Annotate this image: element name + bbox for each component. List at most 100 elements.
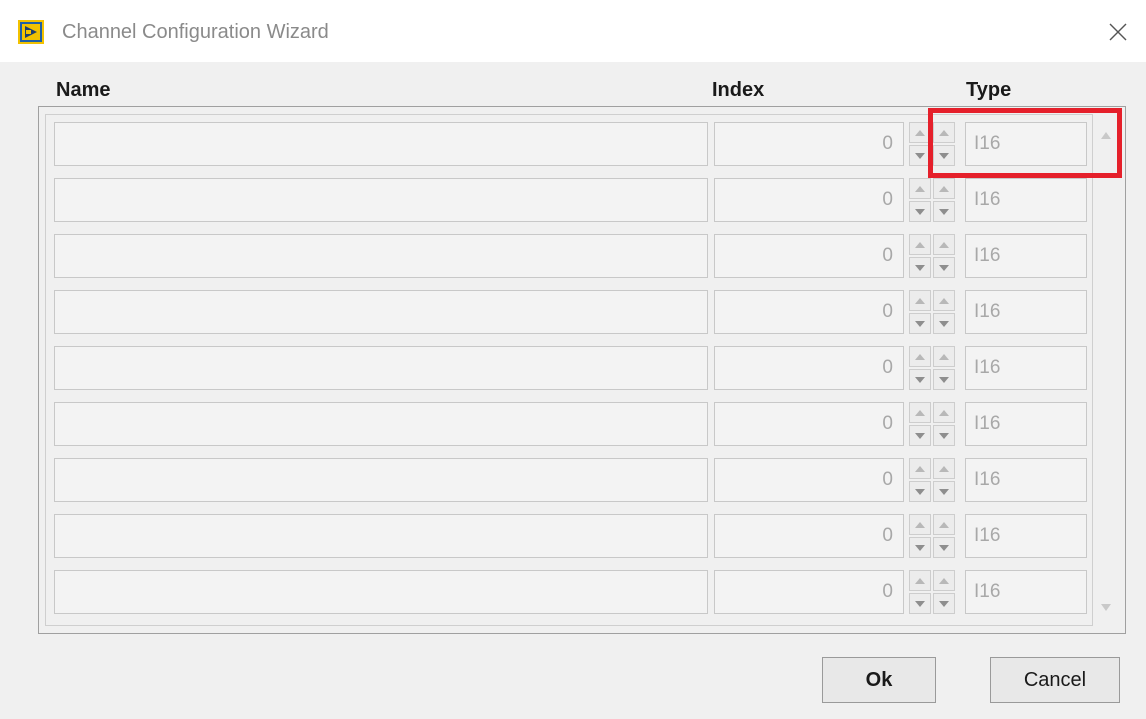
type-increment-button[interactable]	[933, 234, 955, 255]
channel-type-field[interactable]: I16	[965, 514, 1087, 558]
index-spinner[interactable]	[909, 290, 931, 334]
cancel-button[interactable]: Cancel	[990, 657, 1120, 703]
channel-index-field[interactable]: 0	[714, 290, 904, 334]
type-spinner[interactable]	[933, 346, 955, 390]
type-spinner[interactable]	[933, 290, 955, 334]
arrow-down-icon	[939, 544, 949, 551]
type-decrement-button[interactable]	[933, 257, 955, 278]
channel-index-field[interactable]: 0	[714, 458, 904, 502]
index-spinner[interactable]	[909, 458, 931, 502]
index-spinner[interactable]	[909, 514, 931, 558]
channel-name-field[interactable]	[54, 290, 708, 334]
ok-button[interactable]: Ok	[822, 657, 936, 703]
type-decrement-button[interactable]	[933, 313, 955, 334]
index-decrement-button[interactable]	[909, 313, 931, 334]
type-increment-button[interactable]	[933, 346, 955, 367]
close-button[interactable]	[1100, 14, 1136, 50]
type-spinner[interactable]	[933, 458, 955, 502]
type-increment-button[interactable]	[933, 290, 955, 311]
channel-type-field[interactable]: I16	[965, 346, 1087, 390]
index-spinner[interactable]	[909, 570, 931, 614]
index-increment-button[interactable]	[909, 178, 931, 199]
channel-name-field[interactable]	[54, 346, 708, 390]
channel-index-field[interactable]: 0	[714, 514, 904, 558]
type-decrement-button[interactable]	[933, 593, 955, 614]
scroll-up-arrow-icon[interactable]	[1101, 132, 1111, 139]
type-decrement-button[interactable]	[933, 481, 955, 502]
index-decrement-button[interactable]	[909, 593, 931, 614]
channel-index-field[interactable]: 0	[714, 346, 904, 390]
type-increment-button[interactable]	[933, 570, 955, 591]
type-spinner[interactable]	[933, 570, 955, 614]
type-increment-button[interactable]	[933, 514, 955, 535]
channel-type-field[interactable]: I16	[965, 402, 1087, 446]
arrow-up-icon	[939, 577, 949, 584]
channel-index-field[interactable]: 0	[714, 234, 904, 278]
type-spinner[interactable]	[933, 234, 955, 278]
arrow-down-icon	[939, 208, 949, 215]
type-increment-button[interactable]	[933, 178, 955, 199]
index-decrement-button[interactable]	[909, 257, 931, 278]
arrow-down-icon	[915, 600, 925, 607]
type-decrement-button[interactable]	[933, 201, 955, 222]
column-header-type: Type	[966, 79, 1012, 101]
channel-name-field[interactable]	[54, 514, 708, 558]
type-increment-button[interactable]	[933, 402, 955, 423]
type-decrement-button[interactable]	[933, 369, 955, 390]
type-spinner[interactable]	[933, 402, 955, 446]
channel-name-field[interactable]	[54, 402, 708, 446]
type-decrement-button[interactable]	[933, 145, 955, 166]
arrow-down-icon	[939, 264, 949, 271]
index-increment-button[interactable]	[909, 290, 931, 311]
index-decrement-button[interactable]	[909, 537, 931, 558]
channel-type-field[interactable]: I16	[965, 178, 1087, 222]
index-spinner[interactable]	[909, 234, 931, 278]
index-decrement-button[interactable]	[909, 201, 931, 222]
channel-type-field[interactable]: I16	[965, 234, 1087, 278]
channel-type-field[interactable]: I16	[965, 458, 1087, 502]
channel-type-field[interactable]: I16	[965, 290, 1087, 334]
index-spinner[interactable]	[909, 346, 931, 390]
channel-name-field[interactable]	[54, 234, 708, 278]
type-increment-button[interactable]	[933, 458, 955, 479]
channel-index-field[interactable]: 0	[714, 178, 904, 222]
index-spinner[interactable]	[909, 402, 931, 446]
type-decrement-button[interactable]	[933, 537, 955, 558]
type-spinner[interactable]	[933, 122, 955, 166]
index-spinner[interactable]	[909, 178, 931, 222]
type-decrement-button[interactable]	[933, 425, 955, 446]
arrow-up-icon	[939, 241, 949, 248]
channel-name-field[interactable]	[54, 178, 708, 222]
type-spinner[interactable]	[933, 178, 955, 222]
index-decrement-button[interactable]	[909, 481, 931, 502]
index-decrement-button[interactable]	[909, 425, 931, 446]
index-spinner[interactable]	[909, 122, 931, 166]
type-spinner[interactable]	[933, 514, 955, 558]
channel-index-field[interactable]: 0	[714, 122, 904, 166]
index-increment-button[interactable]	[909, 514, 931, 535]
channel-name-field[interactable]	[54, 570, 708, 614]
arrow-down-icon	[939, 320, 949, 327]
index-increment-button[interactable]	[909, 458, 931, 479]
index-increment-button[interactable]	[909, 122, 931, 143]
index-increment-button[interactable]	[909, 346, 931, 367]
type-increment-button[interactable]	[933, 122, 955, 143]
channel-name-field[interactable]	[54, 458, 708, 502]
channel-index-field[interactable]: 0	[714, 402, 904, 446]
channel-row: 0 I16	[52, 232, 1092, 282]
arrow-up-icon	[939, 521, 949, 528]
index-decrement-button[interactable]	[909, 145, 931, 166]
index-increment-button[interactable]	[909, 402, 931, 423]
channel-type-field[interactable]: I16	[965, 570, 1087, 614]
channel-index-field[interactable]: 0	[714, 570, 904, 614]
index-decrement-button[interactable]	[909, 369, 931, 390]
arrow-down-icon	[939, 152, 949, 159]
channel-row: 0 I16	[52, 344, 1092, 394]
arrow-up-icon	[939, 297, 949, 304]
vertical-scrollbar[interactable]	[1094, 118, 1118, 624]
scroll-down-arrow-icon[interactable]	[1101, 604, 1111, 611]
index-increment-button[interactable]	[909, 234, 931, 255]
channel-name-field[interactable]	[54, 122, 708, 166]
channel-type-field[interactable]: I16	[965, 122, 1087, 166]
index-increment-button[interactable]	[909, 570, 931, 591]
